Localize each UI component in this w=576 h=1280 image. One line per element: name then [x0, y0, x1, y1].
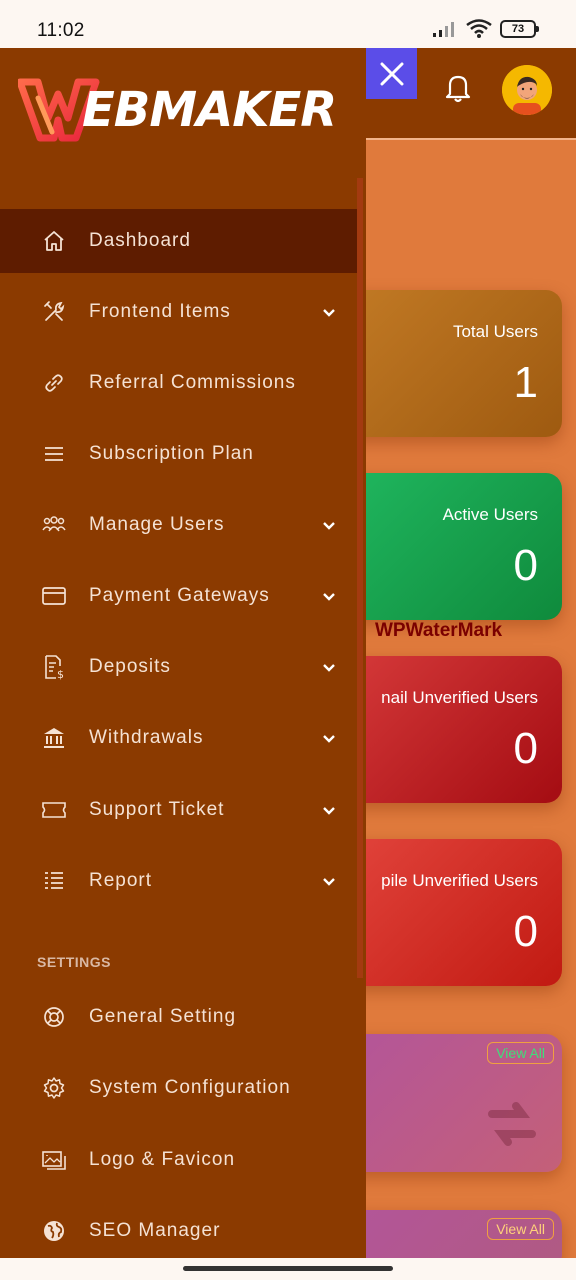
sidebar-item-label: Withdrawals [89, 727, 204, 748]
menu-lines-icon [40, 440, 68, 468]
card-value: 0 [513, 541, 538, 590]
invoice-dollar-icon: $ [40, 653, 68, 681]
active-users-card[interactable]: Active Users 0 [340, 473, 562, 620]
close-icon [380, 62, 403, 85]
chevron-down-icon [323, 522, 335, 530]
chevron-down-icon [323, 878, 335, 886]
watermark: WPWaterMark [375, 620, 503, 641]
sidebar-item-system-configuration[interactable]: System Configuration [0, 1056, 357, 1120]
sidebar-item-subscription-plan[interactable]: Subscription Plan [0, 422, 357, 486]
images-icon [40, 1146, 68, 1174]
card-label: pile Unverified Users [381, 871, 538, 890]
sidebar: EBMAKER Dashboard Frontend Items Referra… [0, 48, 366, 1258]
bank-icon [40, 724, 68, 752]
card-value: 0 [513, 724, 538, 773]
chevron-down-icon [323, 807, 335, 815]
sidebar-item-label: Dashboard [89, 230, 191, 251]
lifebuoy-icon [40, 1003, 68, 1031]
card-value: 0 [513, 907, 538, 956]
sidebar-item-label: Report [89, 870, 153, 891]
sidebar-item-label: Referral Commissions [89, 372, 296, 393]
wifi-icon [466, 19, 492, 38]
link-icon [40, 369, 68, 397]
credit-card-icon [40, 582, 68, 610]
chevron-down-icon [323, 664, 335, 672]
stat-card: View All [340, 1210, 562, 1258]
users-icon [40, 511, 68, 539]
status-time: 11:02 [37, 20, 85, 41]
sidebar-item-label: Manage Users [89, 514, 225, 535]
sidebar-item-label: Payment Gateways [89, 585, 270, 606]
card-label: nail Unverified Users [381, 688, 538, 707]
sidebar-item-manage-users[interactable]: Manage Users [0, 493, 357, 557]
signal-icon [433, 22, 454, 37]
sidebar-item-label: Deposits [89, 656, 171, 677]
avatar-icon [502, 65, 552, 115]
battery-level: 73 [511, 23, 525, 35]
view-all-button[interactable]: View All [487, 1218, 554, 1240]
gear-icon [40, 1074, 68, 1102]
sidebar-item-label: Logo & Favicon [89, 1149, 236, 1170]
sidebar-item-logo-favicon[interactable]: Logo & Favicon [0, 1128, 357, 1192]
transfer-icon [488, 1102, 536, 1146]
home-icon [40, 227, 68, 255]
sidebar-item-report[interactable]: Report [0, 849, 357, 913]
sidebar-item-label: SEO Manager [89, 1220, 221, 1241]
sidebar-item-label: Subscription Plan [89, 443, 254, 464]
card-value: 1 [513, 358, 538, 407]
globe-icon [40, 1217, 68, 1245]
status-bar: 11:02 73 [0, 0, 576, 48]
user-avatar[interactable] [502, 65, 552, 115]
sidebar-item-dashboard[interactable]: Dashboard [0, 209, 357, 273]
sidebar-item-frontend-items[interactable]: Frontend Items [0, 280, 357, 344]
tools-icon [40, 298, 68, 326]
email-unverified-card[interactable]: nail Unverified Users 0 [340, 656, 562, 803]
chevron-down-icon [323, 309, 335, 317]
card-label: Active Users [442, 505, 538, 524]
chevron-down-icon [323, 593, 335, 601]
brand-logo-text: EBMAKER [82, 82, 337, 138]
sidebar-item-withdrawals[interactable]: Withdrawals [0, 706, 357, 770]
svg-text:$: $ [57, 668, 64, 680]
bell-icon[interactable] [441, 70, 475, 104]
view-all-button[interactable]: View All [487, 1042, 554, 1064]
battery-icon: 73 [500, 20, 539, 38]
sidebar-item-referral-commissions[interactable]: Referral Commissions [0, 351, 357, 415]
sidebar-item-seo-manager[interactable]: SEO Manager [0, 1199, 357, 1258]
close-sidebar-button[interactable] [366, 48, 417, 99]
home-indicator[interactable] [183, 1266, 393, 1271]
sidebar-item-payment-gateways[interactable]: Payment Gateways [0, 564, 357, 628]
sidebar-item-label: Frontend Items [89, 301, 231, 322]
settings-section-label: SETTINGS [37, 954, 112, 970]
mobile-unverified-card[interactable]: pile Unverified Users 0 [340, 839, 562, 986]
card-label: Total Users [452, 322, 538, 341]
chevron-down-icon [323, 735, 335, 743]
sidebar-item-deposits[interactable]: $ Deposits [0, 635, 357, 699]
sidebar-item-support-ticket[interactable]: Support Ticket [0, 778, 357, 842]
sidebar-item-general-setting[interactable]: General Setting [0, 985, 357, 1049]
ticket-icon [40, 796, 68, 824]
sidebar-scrollbar[interactable] [357, 178, 363, 978]
sidebar-item-label: System Configuration [89, 1077, 291, 1098]
sidebar-item-label: Support Ticket [89, 799, 225, 820]
list-icon [40, 867, 68, 895]
stat-card: View All [340, 1034, 562, 1172]
total-users-card[interactable]: Total Users 1 [340, 290, 562, 437]
sidebar-item-label: General Setting [89, 1006, 237, 1027]
